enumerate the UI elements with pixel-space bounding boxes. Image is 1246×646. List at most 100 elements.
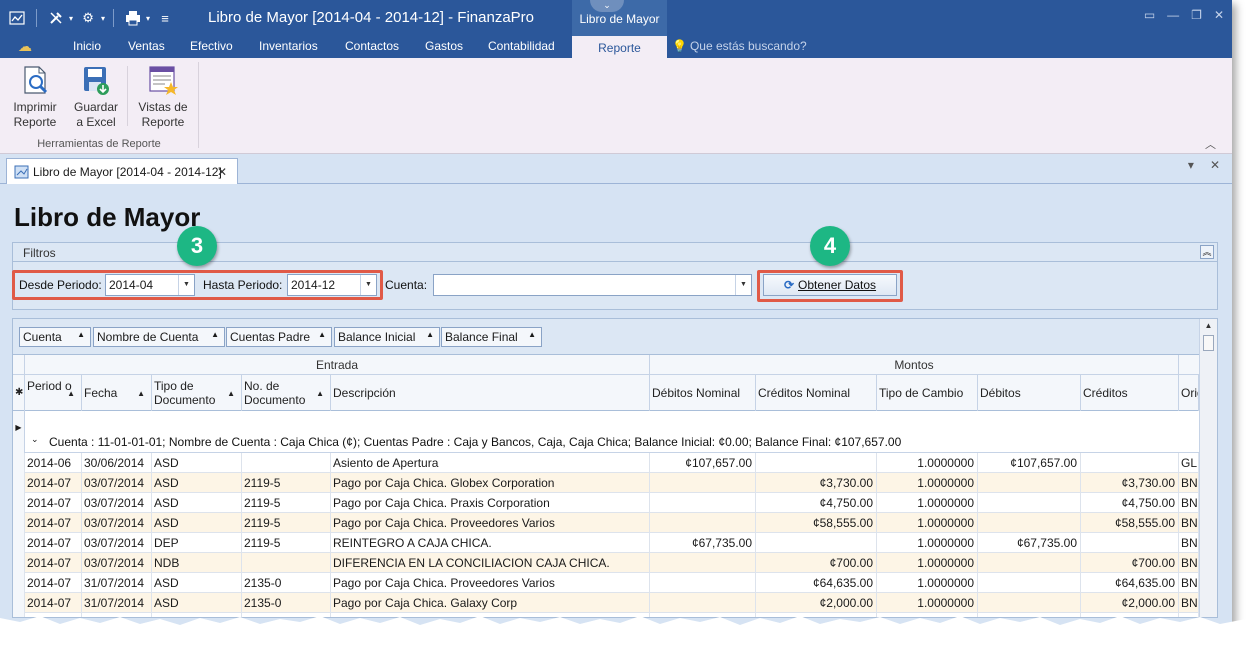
cell-debitos[interactable] [978,573,1081,593]
scroll-thumb[interactable] [1203,335,1214,351]
group-row-cuenta[interactable]: ▶ ⌄ Cuenta : 11-01-01-01; Nombre de Cuen… [13,411,1199,453]
cell-periodo[interactable]: 2014-07 [25,593,82,613]
cell-fecha[interactable]: 03/07/2014 [82,473,152,493]
tools-icon[interactable] [45,8,67,28]
app-menu-icon[interactable] [6,8,28,28]
cuenta-combo[interactable]: ▼ [433,274,752,296]
cell-creditos-nominal[interactable]: ¢64,635.00 [756,573,877,593]
row-indicator[interactable] [13,533,25,553]
row-indicator[interactable] [13,553,25,573]
table-row[interactable]: 2014-0731/07/2014ASD2135-0Pago por Caja … [13,573,1199,593]
table-row[interactable]: 2014-0731/07/2014ASD2135-0Pago por Caja … [13,593,1199,613]
col-tipo-cambio[interactable]: Tipo de Cambio [877,375,978,411]
printer-icon[interactable] [122,8,144,28]
maximize-icon[interactable]: ❐ [1191,8,1202,22]
tab-ventas[interactable]: Ventas [128,39,165,53]
cell-debitos[interactable] [978,493,1081,513]
cell-tipo-cambio[interactable]: 1.0000000 [877,593,978,613]
cell-tipo[interactable]: ASD [152,473,242,493]
cell-nodoc[interactable]: 2135-0 [242,593,331,613]
cell-nodoc[interactable]: 2135-0 [242,573,331,593]
cell-tipo-cambio[interactable]: 1.0000000 [877,513,978,533]
group-chip-balance-inicial[interactable]: Balance Inicial ▲ [334,327,440,347]
cell-creditos-nominal[interactable]: ¢3,730.00 [756,473,877,493]
cell-descripcion[interactable]: Pago por Caja Chica. Globex Corporation [331,473,650,493]
close-icon[interactable]: ✕ [1214,8,1224,22]
cell-fecha[interactable]: 03/07/2014 [82,493,152,513]
close-tab-icon[interactable]: ✕ [217,165,227,179]
cell-debitos[interactable] [978,553,1081,573]
cell-fecha[interactable]: 03/07/2014 [82,553,152,573]
chevron-down-icon[interactable]: ▾ [69,14,73,23]
cell-creditos-nominal[interactable]: ¢2,000.00 [756,593,877,613]
cell-debitos-nominal[interactable] [650,593,756,613]
row-indicator[interactable] [13,513,25,533]
table-row[interactable]: 2014-07 03/07/2014 ASD 2119-5 Pago por Caja … [13,473,1199,493]
tab-inicio[interactable]: Inicio [73,39,101,53]
cell-origen[interactable]: BN [1179,513,1199,533]
cell-origen[interactable]: BN [1179,593,1199,613]
cell-nodoc[interactable] [242,453,331,473]
band-entrada[interactable]: Entrada [25,355,650,375]
cell-tipo-cambio[interactable]: 1.0000000 [877,553,978,573]
cell-origen[interactable]: BN [1179,573,1199,593]
col-periodo[interactable]: Period o ▲ [25,375,82,411]
table-row[interactable]: 2014-07 03/07/2014 ASD 2119-5 Pago por Caja … [13,513,1199,533]
cell-descripcion[interactable]: Pago por Caja Chica. Proveedores Varios [331,513,650,533]
cell-fecha[interactable]: 31/07/2014 [82,593,152,613]
collapse-group-icon[interactable]: ⌄ [31,434,39,445]
row-indicator[interactable] [13,593,25,613]
cell-creditos-nominal[interactable]: ¢700.00 [756,553,877,573]
tab-contabilidad[interactable]: Contabilidad [488,39,555,53]
cell-debitos-nominal[interactable] [650,513,756,533]
cell-nodoc[interactable]: 2119-5 [242,513,331,533]
cell-creditos-nominal[interactable]: ¢4,750.00 [756,493,877,513]
cell-creditos[interactable]: ¢700.00 [1081,553,1179,573]
cell-descripcion[interactable]: Pago por Caja Chica. Praxis Corporation [331,493,650,513]
col-creditos-nominal[interactable]: Créditos Nominal [756,375,877,411]
close-document-icon[interactable]: ✕ [1210,158,1220,172]
col-creditos[interactable]: Créditos [1081,375,1179,411]
file-menu-icon[interactable]: ☁ [18,38,36,54]
gear-icon[interactable]: ⚙ [77,8,99,28]
cell-tipo[interactable]: ASD [152,513,242,533]
band-montos[interactable]: Montos [650,355,1179,375]
report-views-button[interactable]: Vistas de Reporte [134,64,192,130]
cell-debitos-nominal[interactable] [650,493,756,513]
chevron-down-icon[interactable]: ▼ [735,275,751,295]
tab-contactos[interactable]: Contactos [345,39,399,53]
cell-periodo[interactable]: 2014-07 [25,493,82,513]
cell-creditos[interactable] [1081,453,1179,473]
table-row[interactable]: 2014-06 30/06/2014 ASD Asiento de Apertura ¢… [13,453,1199,473]
cell-fecha[interactable]: 03/07/2014 [82,513,152,533]
cell-descripcion[interactable]: DIFERENCIA EN LA CONCILIACION CAJA CHICA… [331,553,650,573]
row-indicator[interactable] [13,453,25,473]
cell-debitos[interactable]: ¢67,735.00 [978,533,1081,553]
cell-tipo-cambio[interactable]: 1.0000000 [877,453,978,473]
cell-periodo[interactable]: 2014-07 [25,553,82,573]
cell-creditos-nominal[interactable] [756,453,877,473]
group-chip-padre[interactable]: Cuentas Padre ▲ [226,327,332,347]
cell-origen[interactable]: BN [1179,493,1199,513]
cell-tipo[interactable]: DEP [152,533,242,553]
cell-nodoc[interactable]: 2119-5 [242,493,331,513]
col-no-documento[interactable]: No. de Documento ▲ [242,375,331,411]
cell-tipo[interactable]: ASD [152,593,242,613]
cell-nodoc[interactable]: 2119-5 [242,473,331,493]
cell-creditos[interactable]: ¢4,750.00 [1081,493,1179,513]
cell-nodoc[interactable] [242,553,331,573]
cell-tipo-cambio[interactable]: 1.0000000 [877,493,978,513]
cell-debitos[interactable]: ¢107,657.00 [978,453,1081,473]
collapse-ribbon-icon[interactable]: ︿ [1205,136,1216,152]
cell-tipo[interactable]: ASD [152,453,242,473]
table-row[interactable]: 2014-07 03/07/2014 NDB DIFERENCIA EN LA CON… [13,553,1199,573]
cell-creditos[interactable]: ¢3,730.00 [1081,473,1179,493]
cell-creditos-nominal[interactable]: ¢58,555.00 [756,513,877,533]
cell-debitos-nominal[interactable] [650,473,756,493]
col-debitos-nominal[interactable]: Débitos Nominal [650,375,756,411]
customize-qat-icon[interactable]: ≡ [154,8,176,28]
scroll-up-icon[interactable]: ▲ [1200,321,1217,335]
print-report-button[interactable]: Imprimir Reporte [8,64,62,130]
cell-tipo[interactable]: ASD [152,493,242,513]
cell-creditos[interactable] [1081,533,1179,553]
